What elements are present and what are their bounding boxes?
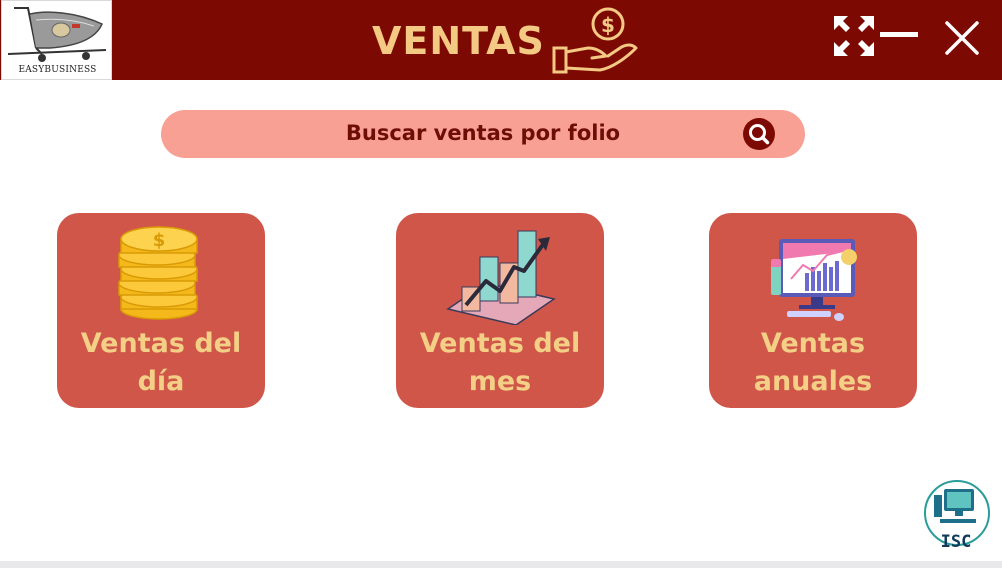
- logo-text: EASYBUSINESS: [18, 65, 97, 75]
- page-title: VENTAS: [372, 19, 545, 63]
- monthly-sales-card[interactable]: Ventas del mes: [396, 213, 604, 408]
- bottom-bar: [0, 561, 1002, 568]
- hand-money-icon: $: [552, 6, 642, 82]
- svg-text:$: $: [153, 230, 166, 251]
- card-label: Ventas del día: [57, 325, 265, 401]
- card-label: Ventas anuales: [709, 325, 917, 401]
- card-label-line: Ventas del: [80, 328, 242, 359]
- minimize-button[interactable]: [880, 32, 918, 37]
- card-label-line: día: [137, 366, 185, 397]
- app-logo: EASYBUSINESS: [1, 0, 112, 80]
- annual-sales-card[interactable]: Ventas anuales: [709, 213, 917, 408]
- computer-badge-icon: ISC: [924, 480, 990, 552]
- search-icon: [749, 124, 770, 145]
- close-icon: [945, 21, 979, 55]
- monitor-analytics-icon: [763, 217, 863, 329]
- card-label-line: mes: [468, 366, 532, 397]
- daily-sales-card[interactable]: $ Ventas del día: [57, 213, 265, 408]
- close-button[interactable]: [944, 20, 980, 60]
- coins-stack-icon: $: [113, 217, 209, 329]
- card-label: Ventas del mes: [396, 325, 604, 401]
- badge-text: ISC: [941, 532, 972, 552]
- svg-text:$: $: [601, 13, 615, 37]
- search-label: Buscar ventas por folio: [345, 121, 621, 145]
- card-label-line: Ventas: [760, 328, 866, 359]
- search-button[interactable]: [743, 118, 775, 150]
- isc-logo: ISC: [922, 475, 992, 559]
- card-label-line: Ventas del: [419, 328, 581, 359]
- title-bar: EASYBUSINESS VENTAS $: [0, 0, 1002, 80]
- cart-logo-icon: [7, 7, 107, 62]
- search-sales-by-folio[interactable]: Buscar ventas por folio: [161, 110, 805, 158]
- expand-icon: [834, 16, 874, 56]
- growth-chart-icon: [444, 217, 556, 329]
- expand-button[interactable]: [832, 14, 876, 62]
- card-label-line: anuales: [753, 366, 873, 397]
